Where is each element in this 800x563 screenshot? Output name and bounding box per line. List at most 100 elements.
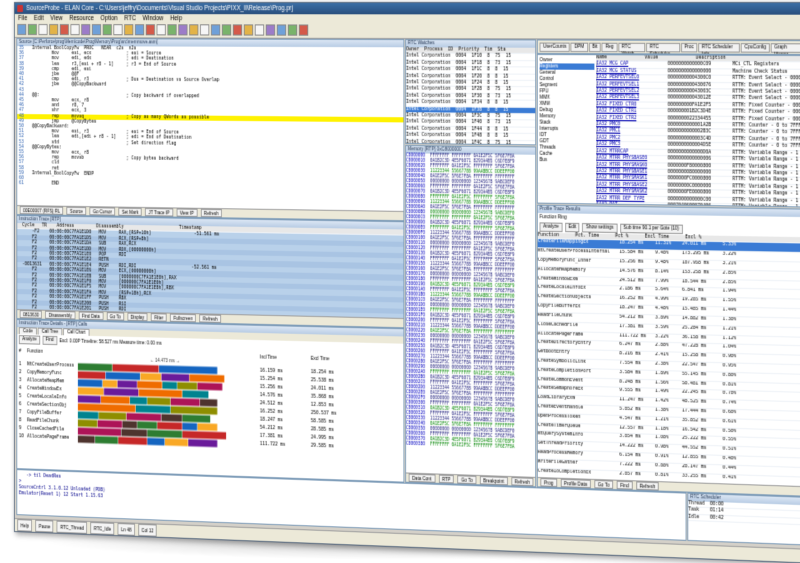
- memory-status-item-1[interactable]: RTP: [439, 475, 455, 484]
- call-chart-bar[interactable]: [121, 429, 147, 437]
- memory-status-item-2[interactable]: Go To: [458, 475, 477, 484]
- call-chart[interactable]: [78, 363, 253, 470]
- toolbar-button-icon[interactable]: [17, 24, 26, 35]
- toolbar-button-icon[interactable]: [266, 24, 275, 35]
- call-chart-bar[interactable]: [78, 428, 121, 436]
- call-chart-bar[interactable]: [182, 390, 208, 398]
- results-status-item-3[interactable]: Find: [617, 481, 633, 490]
- call-chart-bar[interactable]: [189, 374, 224, 382]
- results-status-item-4[interactable]: Refresh: [636, 481, 659, 490]
- toolbar-button-icon[interactable]: [211, 24, 220, 35]
- tool-tab-dpm[interactable]: DPM: [571, 43, 588, 52]
- results-rows[interactable]: CreateFileMappingEx 18.254 ms 11.31% 24.011…: [538, 239, 800, 499]
- call-chart-bar[interactable]: [198, 423, 218, 431]
- call-chart-bar[interactable]: [118, 437, 147, 445]
- statusbar-item-4[interactable]: Ln 48: [118, 523, 135, 536]
- tool-tab-cpuconfig[interactable]: CpuConfig: [741, 43, 770, 53]
- call-chart-bar[interactable]: [78, 436, 95, 444]
- menu-item-resource[interactable]: Resource: [69, 14, 94, 23]
- menu-item-file[interactable]: File: [18, 14, 27, 23]
- source-status-item-1[interactable]: Source: [67, 207, 87, 215]
- toolbar-button-icon[interactable]: [81, 24, 90, 35]
- source-status-item-3[interactable]: Set Mark: [119, 208, 142, 216]
- call-chart-bar[interactable]: [78, 387, 104, 395]
- call-chart-bar[interactable]: [188, 439, 217, 447]
- toolbar-button-icon[interactable]: [178, 24, 187, 35]
- call-chart-bar[interactable]: [165, 438, 188, 446]
- call-chart-bar[interactable]: [198, 383, 223, 391]
- call-chart-bar[interactable]: [78, 379, 102, 387]
- analyze-button[interactable]: Analyze: [19, 335, 40, 345]
- toolbar-button-icon[interactable]: [49, 24, 58, 35]
- trace-status-item-6[interactable]: Fullscreen: [170, 314, 196, 323]
- statusbar-item-1[interactable]: Pause: [35, 520, 53, 533]
- call-chart-bar[interactable]: [171, 406, 217, 415]
- source-status-item-2[interactable]: Go Cursor: [90, 207, 116, 215]
- tool-tab-usercounts[interactable]: UserCounts: [540, 43, 570, 52]
- source-status-item-5[interactable]: View IP: [176, 208, 197, 216]
- profile-column-header[interactable]: Incl Time: [260, 354, 277, 361]
- call-chart-bar[interactable]: [182, 415, 210, 423]
- results-toolbar-button[interactable]: Analyze: [540, 222, 563, 232]
- call-chart-bar[interactable]: [159, 365, 217, 374]
- call-chart-bar[interactable]: [162, 382, 177, 389]
- source-status-item-6[interactable]: Refresh: [201, 209, 222, 217]
- call-chart-bar[interactable]: [78, 395, 101, 403]
- tool-tab-bit[interactable]: Bit: [589, 43, 601, 52]
- toolbar-button-icon[interactable]: [255, 24, 264, 35]
- toolbar-button-icon[interactable]: [244, 24, 253, 35]
- call-chart-bar[interactable]: [147, 430, 182, 438]
- source-code[interactable]: 35 Internal_BoolCopyFw PROC NEAR c2s n2s 3…: [17, 46, 403, 192]
- call-chart-bar[interactable]: [182, 431, 226, 439]
- toolbar-button-icon[interactable]: [200, 24, 209, 35]
- memory-status-item-4[interactable]: Refresh: [511, 477, 533, 486]
- tab-call-tree[interactable]: Call Tree: [38, 328, 63, 336]
- watch-rows[interactable]: Intel Corporation 0004 1F10 8 75 15 Intel…: [406, 54, 535, 146]
- call-chart-bar[interactable]: [157, 422, 182, 430]
- call-chart-bar[interactable]: [130, 397, 147, 405]
- toolbar-button-icon[interactable]: [189, 24, 198, 35]
- call-chart-bar[interactable]: [137, 421, 157, 429]
- trace-status-item-4[interactable]: Display: [127, 313, 147, 322]
- source-status-item-4[interactable]: JT Trace IP: [145, 208, 173, 217]
- call-chart-bar[interactable]: [78, 419, 97, 427]
- toolbar-button-icon[interactable]: [288, 24, 297, 35]
- call-chart-bar[interactable]: [136, 405, 171, 413]
- call-chart-bar[interactable]: [78, 371, 105, 379]
- toolbar-button-icon[interactable]: [124, 24, 133, 35]
- toolbar-button-icon[interactable]: [28, 24, 37, 35]
- call-chart-bar[interactable]: [113, 364, 159, 372]
- toolbar-button-icon[interactable]: [113, 24, 122, 35]
- results-status-item-2[interactable]: Go To: [594, 480, 613, 489]
- call-chart-bar[interactable]: [118, 380, 137, 388]
- register-tree-item[interactable]: Bus: [540, 157, 595, 164]
- tool-tab-rtc-scheduler-info[interactable]: RTC Scheduler Info: [698, 43, 740, 53]
- results-status-item-1[interactable]: Profile Data: [560, 479, 590, 488]
- toolbar-button-icon[interactable]: [39, 24, 48, 35]
- tool-tab-graph-viewer[interactable]: Graph Viewer: [771, 43, 800, 53]
- call-chart-bar[interactable]: [139, 389, 182, 397]
- call-chart-bar[interactable]: [147, 438, 164, 446]
- call-chart-bar[interactable]: [161, 414, 182, 422]
- trace-status-item-7[interactable]: Refresh: [200, 314, 221, 323]
- toolbar-button-icon[interactable]: [233, 24, 242, 35]
- menu-item-view[interactable]: View: [50, 14, 62, 23]
- toolbar-button-icon[interactable]: [135, 24, 144, 35]
- call-chart-bar[interactable]: [104, 388, 138, 396]
- results-toolbar-button[interactable]: Edit: [565, 223, 580, 233]
- call-chart-bar[interactable]: [78, 403, 135, 412]
- toolbar-button-icon[interactable]: [146, 24, 155, 35]
- menu-item-edit[interactable]: Edit: [34, 14, 44, 23]
- statusbar-item-5[interactable]: Col 12: [138, 524, 157, 537]
- toolbar-button-icon[interactable]: [71, 24, 80, 35]
- tab-code[interactable]: Code: [19, 327, 37, 334]
- trace-status-item-2[interactable]: Find Data: [79, 311, 103, 320]
- tool-tab-rtc-watch[interactable]: RTC Watch: [618, 43, 645, 53]
- trace-status-item-3[interactable]: Go To: [106, 312, 124, 320]
- toolbar-button-icon[interactable]: [299, 24, 308, 35]
- call-chart-bar[interactable]: [103, 380, 117, 387]
- toolbar-button-icon[interactable]: [167, 24, 176, 35]
- call-chart-bar[interactable]: [78, 363, 112, 371]
- menu-item-help[interactable]: Help: [170, 14, 182, 23]
- menu-item-option[interactable]: Option: [100, 14, 117, 23]
